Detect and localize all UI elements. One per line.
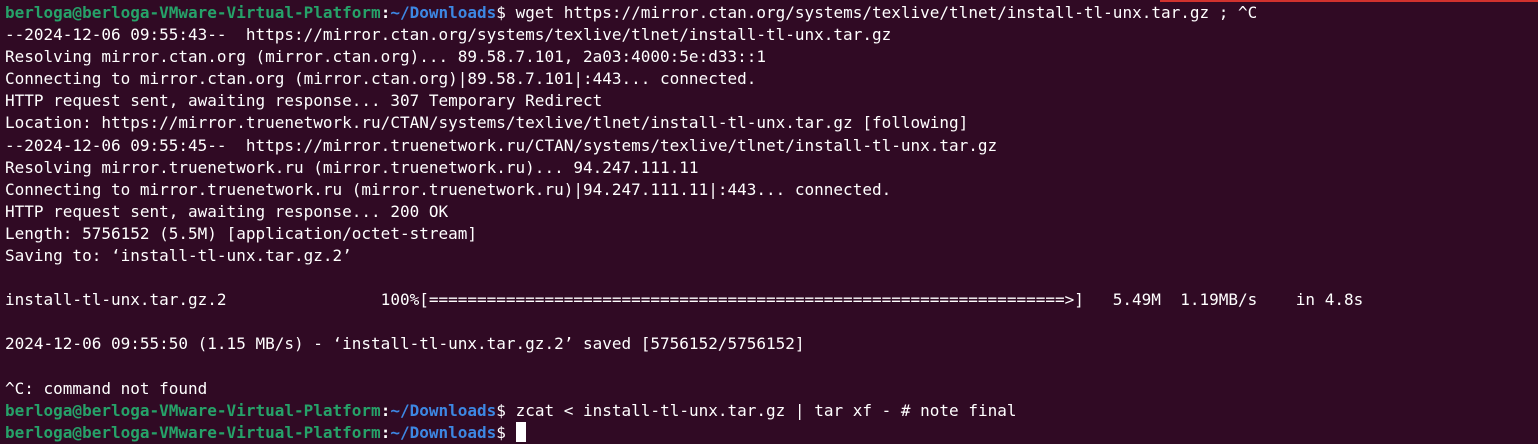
- output-line: Location: https://mirror.truenetwork.ru/…: [5, 113, 969, 133]
- prompt-line-wget: berloga@berloga-VMware-Virtual-Platform:…: [5, 2, 1538, 24]
- download-saved-line: 2024-12-06 09:55:50 (1.15 MB/s) - ‘insta…: [5, 334, 805, 354]
- prompt-path: ~/Downloads: [390, 400, 497, 420]
- prompt-separator: :: [380, 3, 391, 22]
- prompt-line-active[interactable]: berloga@berloga-VMware-Virtual-Platform:…: [5, 421, 1538, 444]
- command-not-found-line: ^C: command not found: [5, 378, 208, 398]
- prompt-user-host: berloga@berloga-VMware-Virtual-Platform: [5, 3, 381, 22]
- output-line: Connecting to mirror.truenetwork.ru (mir…: [5, 179, 892, 199]
- prompt-line-zcat: berloga@berloga-VMware-Virtual-Platform:…: [5, 400, 1538, 422]
- output-line: Saving to: ‘install-tl-unx.tar.gz.2’: [5, 246, 352, 266]
- command-text: zcat < install-tl-unx.tar.gz | tar xf - …: [505, 400, 1017, 420]
- prompt-path: ~/Downloads: [390, 3, 497, 22]
- terminal-window[interactable]: berloga@berloga-VMware-Virtual-Platform:…: [0, 0, 1538, 444]
- output-line: --2024-12-06 09:55:45-- https://mirror.t…: [5, 135, 998, 155]
- command-input[interactable]: [506, 423, 516, 442]
- output-line: HTTP request sent, awaiting response... …: [5, 91, 603, 111]
- prompt-user-host: berloga@berloga-VMware-Virtual-Platform: [5, 422, 381, 442]
- download-progress-line: install-tl-unx.tar.gz.2 100%[===========…: [5, 290, 1364, 310]
- output-line: --2024-12-06 09:55:43-- https://mirror.c…: [5, 25, 892, 45]
- prompt-symbol: $: [496, 422, 506, 442]
- command-text: wget https://mirror.ctan.org/systems/tex…: [505, 3, 1258, 22]
- output-line: Resolving mirror.ctan.org (mirror.ctan.o…: [5, 47, 766, 67]
- prompt-path: ~/Downloads: [390, 422, 497, 442]
- terminal-output: berloga@berloga-VMware-Virtual-Platform:…: [5, 2, 1538, 444]
- output-line: HTTP request sent, awaiting response... …: [5, 201, 449, 221]
- output-line: Connecting to mirror.ctan.org (mirror.ct…: [5, 69, 757, 89]
- prompt-separator: :: [380, 422, 391, 442]
- output-line: Resolving mirror.truenetwork.ru (mirror.…: [5, 157, 699, 177]
- prompt-separator: :: [380, 400, 391, 420]
- prompt-symbol: $: [496, 3, 506, 22]
- output-line: Length: 5756152 (5.5M) [application/octe…: [5, 223, 478, 243]
- prompt-symbol: $: [496, 400, 506, 420]
- prompt-user-host: berloga@berloga-VMware-Virtual-Platform: [5, 400, 381, 420]
- text-cursor: [515, 421, 526, 442]
